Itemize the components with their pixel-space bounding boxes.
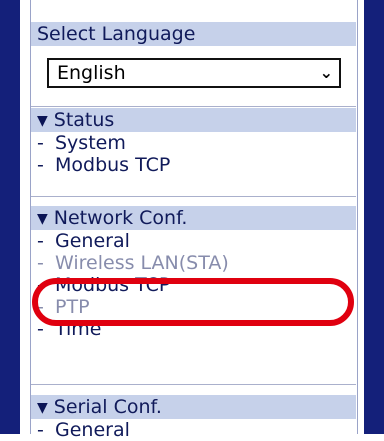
chevron-down-icon: ⌄ (319, 63, 333, 82)
section-divider (31, 196, 356, 197)
language-select[interactable]: English ⌄ (47, 58, 341, 88)
section-header-status[interactable]: ▼ Status (31, 108, 356, 132)
item-label: PTP (55, 296, 90, 318)
network-conf-section: ▼ Network Conf. - General - Wireless LAN(ST… (31, 206, 356, 340)
status-section: ▼ Status - System - Modbus TCP (31, 108, 356, 176)
sidebar-item-status-modbus-tcp[interactable]: - Modbus TCP (31, 154, 356, 176)
item-label: Wireless LAN(STA) (55, 252, 229, 274)
sidebar-item-network-time[interactable]: - Time (31, 318, 356, 340)
section-title: Serial Conf. (53, 396, 162, 418)
sidebar-item-status-system[interactable]: - System (31, 132, 356, 154)
sidebar-item-network-general[interactable]: - General (31, 230, 356, 252)
item-label: General (55, 230, 130, 252)
sidebar-item-network-wireless-lan[interactable]: - Wireless LAN(STA) (31, 252, 356, 274)
language-select-value: English (57, 62, 126, 84)
section-header-serial-conf[interactable]: ▼ Serial Conf. (31, 395, 356, 419)
language-section: Select Language (31, 22, 356, 46)
item-label: Modbus TCP (55, 154, 171, 176)
item-label: System (55, 132, 126, 154)
section-title: Network Conf. (53, 207, 188, 229)
section-divider (31, 384, 356, 385)
item-label: General (55, 419, 130, 441)
section-header-network-conf[interactable]: ▼ Network Conf. (31, 206, 356, 230)
triangle-down-icon: ▼ (37, 400, 48, 416)
sidebar-item-network-modbus-tcp[interactable]: - Modbus TCP (31, 274, 356, 296)
item-label: Modbus TCP (55, 274, 171, 296)
sidebar-item-serial-general[interactable]: - General (31, 419, 356, 441)
left-frame-rail (0, 0, 20, 434)
sidebar-item-network-ptp[interactable]: - PTP (31, 296, 356, 318)
section-title: Status (53, 109, 115, 131)
item-label: Time (55, 318, 102, 340)
triangle-down-icon: ▼ (37, 211, 48, 227)
section-title: Select Language (37, 23, 196, 45)
right-frame-rail (364, 0, 384, 434)
section-header-language: Select Language (31, 22, 356, 46)
serial-conf-section: ▼ Serial Conf. - General (31, 395, 356, 441)
section-divider (31, 106, 356, 107)
triangle-down-icon: ▼ (37, 113, 48, 129)
